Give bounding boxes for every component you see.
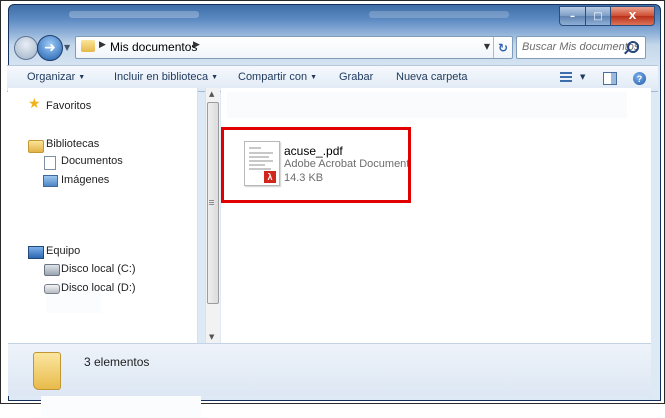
preview-pane-icon[interactable] (603, 72, 617, 85)
scroll-up-icon[interactable]: ▲ (209, 90, 214, 98)
new-folder-button[interactable]: Nueva carpeta (396, 71, 468, 83)
chevron-down-icon: ▼ (310, 74, 318, 81)
navigation-pane (8, 88, 201, 418)
nav-drive-c[interactable]: Disco local (C:) (61, 263, 136, 275)
scroll-grip (209, 200, 214, 206)
nav-documents[interactable]: Documentos (61, 155, 123, 167)
burn-button[interactable]: Grabar (339, 71, 373, 83)
nav-computer[interactable]: Equipo (46, 245, 80, 257)
help-icon[interactable]: ? (633, 72, 646, 85)
chevron-down-icon[interactable]: ▼ (580, 73, 585, 81)
images-icon (43, 175, 58, 187)
nav-drive-d[interactable]: Disco local (D:) (61, 282, 136, 294)
star-icon: ★ (28, 96, 41, 112)
drive-icon (44, 264, 60, 276)
highlight-box (221, 127, 411, 203)
scroll-down-icon[interactable]: ▼ (209, 333, 214, 341)
organize-menu[interactable]: Organizar ▼ (27, 71, 85, 83)
view-options-icon[interactable] (560, 72, 572, 84)
nav-favorites[interactable]: Favoritos (46, 100, 91, 112)
navigation-scrollbar[interactable]: ▲ ▼ (205, 88, 220, 343)
share-with-label: Compartir con (238, 71, 308, 83)
include-library-menu[interactable]: Incluir en biblioteca ▼ (114, 71, 218, 83)
document-icon (44, 156, 56, 170)
library-icon (28, 140, 44, 153)
nav-libraries[interactable]: Bibliotecas (46, 138, 99, 150)
share-with-menu[interactable]: Compartir con ▼ (238, 71, 317, 83)
chevron-down-icon: ▼ (78, 74, 86, 81)
include-library-label: Incluir en biblioteca (114, 71, 209, 83)
folder-icon (33, 352, 61, 390)
chevron-down-icon: ▼ (211, 74, 219, 81)
drive-icon (44, 284, 60, 294)
item-count: 3 elementos (84, 355, 150, 369)
details-pane (8, 343, 651, 396)
organize-label: Organizar (27, 71, 76, 83)
nav-images[interactable]: Imágenes (61, 174, 109, 186)
computer-icon (28, 246, 44, 259)
content-blur (227, 92, 627, 118)
